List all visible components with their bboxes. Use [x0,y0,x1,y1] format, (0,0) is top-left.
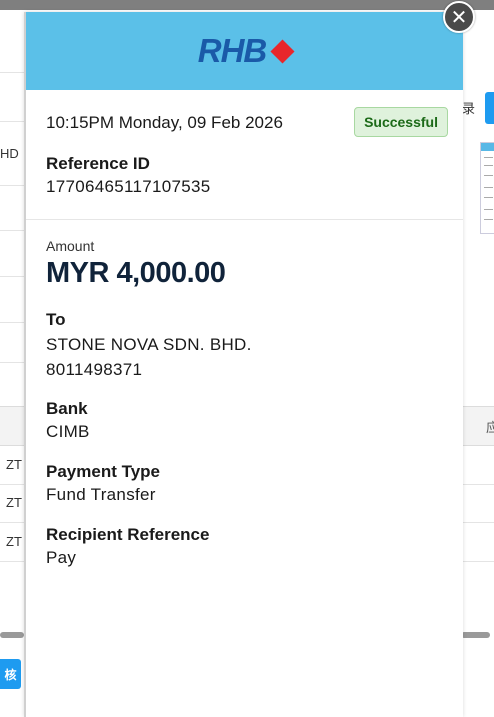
transaction-datetime: 10:15PM Monday, 09 Feb 2026 [46,113,283,132]
payment-type-section: Payment Type Fund Transfer [26,462,463,507]
close-icon: ✕ [450,5,468,29]
rhb-logo: RHB [197,32,295,70]
receipt-thumbnail[interactable] [480,142,494,234]
row-divider [0,362,26,363]
reference-id-label: Reference ID [46,154,150,173]
bank-section: Bank CIMB [26,399,463,444]
recipient-account: 8011498371 [46,360,143,379]
background-cell-text: ZT [6,534,22,549]
row-divider [0,484,26,485]
horizontal-scrollbar-right[interactable] [461,632,490,638]
logo-diamond-icon [270,38,295,64]
row-divider [0,185,26,186]
horizontal-scrollbar[interactable] [0,632,24,638]
recipient-reference-label: Recipient Reference [46,525,210,544]
section-divider [26,219,463,220]
to-label: To [46,310,66,329]
overlay-top-strip [0,0,494,10]
row-divider [0,230,26,231]
bank-label: Bank [46,399,88,418]
row-divider [0,522,26,523]
row-divider [461,522,494,523]
row-divider [0,276,26,277]
background-left-column [0,10,26,717]
recipient-name: STONE NOVA SDN. BHD. [46,335,252,354]
background-table-header [0,406,26,446]
close-button[interactable]: ✕ [443,1,475,33]
amount-section: Amount MYR 4,000.00 [26,238,463,290]
to-section: To STONE NOVA SDN. BHD. 8011498371 [26,310,463,382]
background-cell-text: HD [0,146,19,161]
row-divider [0,72,26,73]
row-divider [461,484,494,485]
logo-text: RHB [197,32,267,69]
payment-type-value: Fund Transfer [46,485,156,504]
receipt-header: RHB [26,12,463,90]
background-header-text: 应 [486,420,494,435]
background-cell-text: ZT [6,457,22,472]
reference-section: Reference ID 17706465117107535 [26,154,463,199]
reference-id-value: 17706465117107535 [46,177,211,196]
row-divider [0,322,26,323]
background-action-button[interactable] [485,92,494,124]
recipient-reference-section: Recipient Reference Pay [26,525,463,570]
background-cell-text: ZT [6,495,22,510]
row-divider [461,561,494,562]
amount-label: Amount [46,238,95,254]
row-divider [0,561,26,562]
amount-value: MYR 4,000.00 [46,257,226,289]
background-label: 录 [462,101,476,116]
recipient-reference-value: Pay [46,548,77,567]
bank-value: CIMB [46,422,90,441]
payment-type-label: Payment Type [46,462,161,481]
datetime-row: 10:15PM Monday, 09 Feb 2026 Successful [26,107,463,138]
audit-button[interactable]: 核 [0,659,21,689]
row-divider [0,121,26,122]
transfer-receipt: RHB 10:15PM Monday, 09 Feb 2026 Successf… [24,12,463,717]
status-badge: Successful [354,107,448,137]
